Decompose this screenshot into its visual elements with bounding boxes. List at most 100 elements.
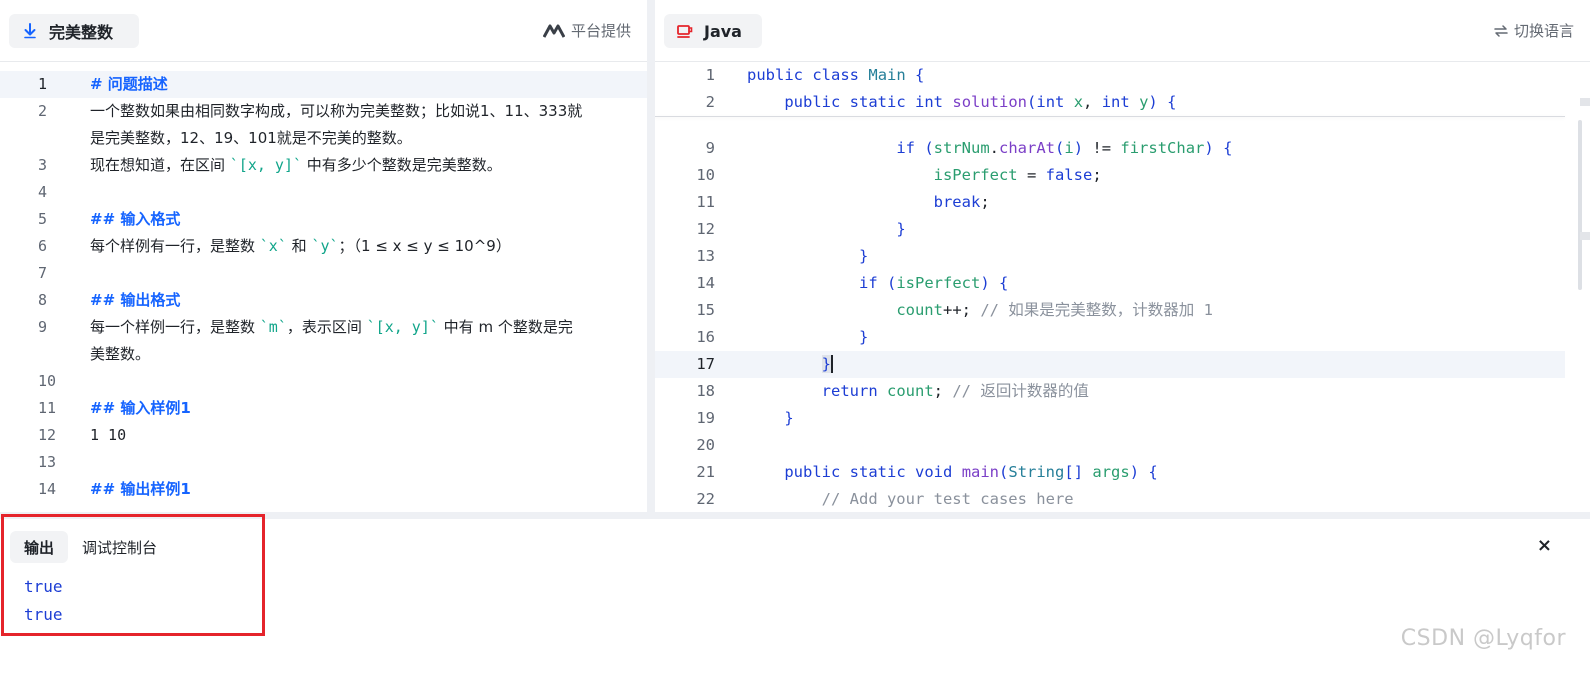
line-number: 8	[38, 291, 48, 309]
editor-header: Java 切换语言	[655, 0, 1590, 62]
line-number: 15	[696, 301, 715, 319]
line-text: ## 输入样例1	[90, 395, 647, 422]
code-text: public static void main(String[] args) {	[784, 463, 1158, 481]
language-tab[interactable]: Java	[664, 14, 762, 48]
code-line[interactable]: 20	[655, 432, 1565, 459]
line-number: 21	[696, 463, 715, 481]
code-line[interactable]: 12 }	[655, 216, 1565, 243]
line-text: 是完美整数，12、19、101就是不完美的整数。	[90, 125, 647, 152]
code-text: isPerfect = false;	[933, 166, 1102, 184]
line-number: 11	[696, 193, 715, 211]
line-number: 2	[38, 102, 48, 120]
sticky-scroll-header: 1 public class Main { 2 public static int …	[655, 62, 1565, 116]
problem-header: 完美整数 平台提供	[0, 0, 647, 62]
code-line[interactable]: 14 if (isPerfect) {	[655, 270, 1565, 297]
tab-output[interactable]: 输出	[10, 531, 69, 563]
scrollbar-marker	[1580, 98, 1590, 106]
language-label: Java	[704, 21, 742, 41]
description-line: 1 # 问题描述	[0, 71, 647, 98]
description-line: 是完美整数，12、19、101就是不完美的整数。	[0, 125, 647, 152]
switch-language-button[interactable]: 切换语言	[1494, 20, 1574, 41]
sticky-code-line[interactable]: 1 public class Main {	[655, 62, 1565, 89]
watermark: CSDN @Lyqfor	[1400, 626, 1566, 651]
line-number: 6	[38, 237, 48, 255]
switch-language-label: 切换语言	[1513, 22, 1574, 40]
line-number	[0, 125, 90, 152]
text-segment: ；（1 ≤ x ≤ y ≤ 10^9）	[338, 237, 511, 255]
line-number: 7	[38, 264, 48, 282]
line-text: # 问题描述	[90, 71, 647, 98]
line-number: 14	[696, 274, 715, 292]
code-line[interactable]: 21 public static void main(String[] args…	[655, 459, 1565, 486]
text-segment: ## 输入格式	[90, 210, 181, 228]
line-text: ## 输入格式	[90, 206, 647, 233]
description-line: 9 每一个样例一行，是整数 `m`，表示区间 `[x, y]` 中有 m 个整数是…	[0, 314, 647, 341]
line-text: ## 输出样例1	[90, 476, 647, 503]
code-line[interactable]: 18 return count; // 返回计数器的值	[655, 378, 1565, 405]
code-text: break;	[933, 193, 990, 211]
code-line[interactable]: 22 // Add your test cases here	[655, 486, 1565, 512]
code-line[interactable]: 15 count++; // 如果是完美整数，计数器加 1	[655, 297, 1565, 324]
code-text: }	[821, 355, 833, 373]
text-segment: 是完美整数，12、19、101就是不完美的整数。	[90, 129, 412, 147]
line-number: 9	[38, 318, 48, 336]
problem-title-tab[interactable]: 完美整数	[9, 14, 139, 48]
code-line[interactable]: 9 if (strNum.charAt(i) != firstChar) {	[655, 135, 1565, 162]
editor-scrollbar[interactable]	[1578, 120, 1582, 290]
sticky-code-line[interactable]: 2 public static int solution(int x, int …	[655, 89, 1565, 116]
arrow-down-icon	[24, 23, 36, 39]
line-number: 1	[705, 66, 715, 84]
text-segment: ，表示区间	[286, 318, 367, 336]
text-segment: 中有 m 个整数是完	[438, 318, 573, 336]
text-segment: 美整数。	[90, 345, 151, 363]
code-text: }	[858, 247, 869, 265]
code-line[interactable]: 13 }	[655, 243, 1565, 270]
text-segment: ## 输出格式	[90, 291, 181, 309]
code-text: }	[858, 328, 869, 346]
text-segment: ## 输出样例1	[90, 480, 191, 498]
line-number: 10	[38, 372, 57, 390]
line-number: 20	[696, 436, 715, 454]
line-number: 17	[696, 355, 715, 373]
code-line[interactable]: 19 }	[655, 405, 1565, 432]
output-line: true	[24, 605, 63, 624]
sticky-separator	[655, 116, 1565, 117]
description-line: 3 现在想知道，在区间 `[x, y]` 中有多少个整数是完美整数。	[0, 152, 647, 179]
text-segment: 每一个样例一行，是整数	[90, 318, 260, 336]
brand-logo-icon	[542, 24, 565, 38]
close-icon[interactable]: ×	[1537, 535, 1552, 556]
code-line[interactable]: 11 break;	[655, 189, 1565, 216]
provider-text: 平台提供	[570, 22, 631, 40]
line-text: ## 输出格式	[90, 287, 647, 314]
text-segment: 中有多少个整数是完美整数。	[302, 156, 502, 174]
problem-title: 完美整数	[49, 23, 114, 42]
line-text: 1 10	[90, 422, 647, 449]
line-number: 13	[696, 247, 715, 265]
coffee-cup-icon	[677, 25, 693, 38]
text-segment: # 问题描述	[90, 75, 168, 93]
description-line: 8 ## 输出格式	[0, 287, 647, 314]
code-line[interactable]: 10 isPerfect = false;	[655, 162, 1565, 189]
output-lines: true true	[24, 573, 63, 629]
line-text: 现在想知道，在区间 `[x, y]` 中有多少个整数是完美整数。	[90, 152, 647, 179]
code-text: if (isPerfect) {	[858, 274, 1009, 292]
line-number: 22	[696, 490, 715, 508]
tab-debug-console[interactable]: 调试控制台	[68, 531, 171, 563]
line-number: 18	[696, 382, 715, 400]
problem-description: 1 # 问题描述 2 一个整数如果由相同数字构成，可以称为完美整数；比如说1、11、3…	[0, 71, 647, 503]
code-editor[interactable]: for (int i = 1; i < strNum.length(); i++…	[655, 62, 1590, 512]
code-line[interactable]: 17 }	[655, 351, 1565, 378]
output-line: true	[24, 577, 63, 596]
code-line[interactable]: 16 }	[655, 324, 1565, 351]
code-text: }	[896, 220, 906, 238]
inline-code: `y`	[311, 237, 339, 255]
text-segment: 一个整数如果由相同数字构成，可以称为完美整数；比如说1、11、333就	[90, 102, 583, 120]
line-number: 1	[38, 75, 48, 93]
line-number: 11	[38, 399, 57, 417]
code-text: // Add your test cases here	[821, 490, 1074, 508]
line-number: 12	[696, 220, 715, 238]
line-text: 每个样例有一行，是整数 `x` 和 `y`；（1 ≤ x ≤ y ≤ 10^9）	[90, 233, 647, 260]
description-line: 5 ## 输入格式	[0, 206, 647, 233]
code-text: public class Main {	[747, 66, 925, 84]
description-line: 10	[0, 368, 647, 395]
